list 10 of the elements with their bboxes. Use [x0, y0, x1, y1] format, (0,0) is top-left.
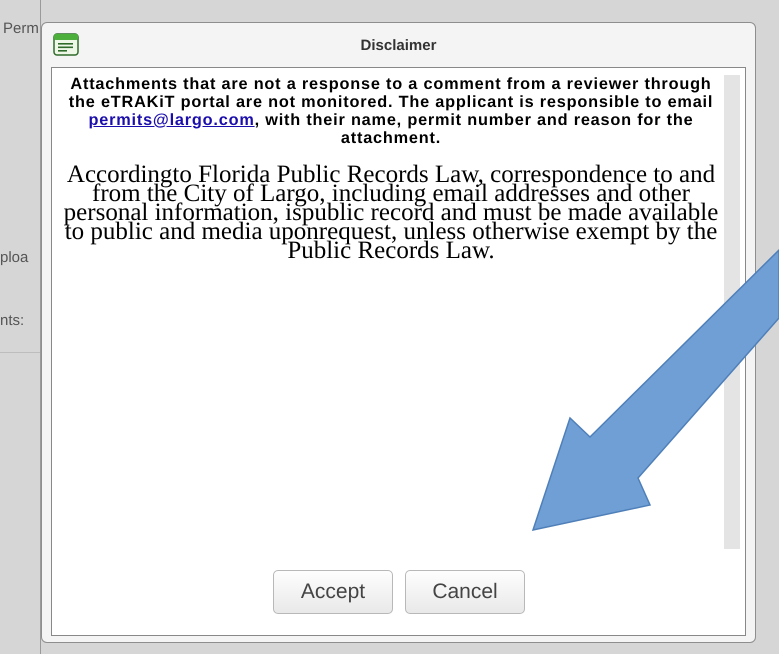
- records-paragraph: Accordingto Florida Public Records Law, correspondence to and from the City of Largo, including email addresses and other personal information, ispublic record and must be made available to public and media uponrequest, unless otherwise exempt by the Public Records Law.: [62, 165, 720, 260]
- accept-button[interactable]: Accept: [273, 570, 393, 614]
- page-label: ploa: [0, 249, 28, 266]
- page-label: Perm: [3, 20, 39, 37]
- notice-text: Attachments that are not a response to a comment from a reviewer through the eTRAKiT portal are not monitored. The applicant is responsible to email permits@largo.com, with their name, permit number and reason for the attachment.: [68, 75, 714, 147]
- window-icon: [53, 33, 79, 56]
- page-label: nts:: [0, 312, 24, 329]
- email-link[interactable]: permits@largo.com: [88, 111, 255, 129]
- dialog-title: Disclaimer: [360, 36, 436, 54]
- cancel-button[interactable]: Cancel: [405, 570, 525, 614]
